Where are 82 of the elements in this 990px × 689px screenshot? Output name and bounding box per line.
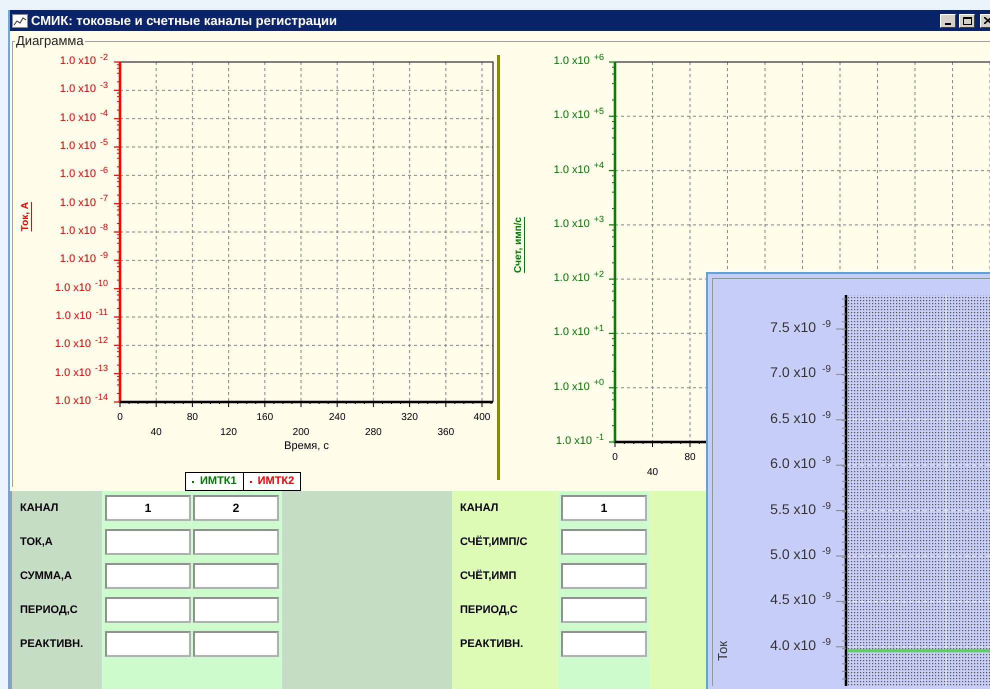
y-tick-label: 6.5 x10$^{-9}$ — [769, 410, 831, 426]
x-tick-label: 280 — [365, 427, 382, 438]
value-field[interactable] — [561, 563, 647, 589]
value-field[interactable] — [105, 631, 191, 657]
y-tick-label: 1.0 x10$^{-1}$ — [554, 435, 604, 447]
y-tick-label: 1.0 x10$^{-13}$ — [54, 366, 108, 379]
row-label: ТОК,А — [20, 534, 53, 550]
x-tick-label: 80 — [684, 452, 696, 463]
value-field[interactable] — [105, 529, 191, 555]
window-title: СМИК: токовые и счетные каналы регистрации — [31, 12, 337, 30]
x-tick-label: 360 — [437, 427, 454, 438]
x-tick-label: 0 — [117, 412, 123, 423]
y-axis-title: Ток — [716, 641, 730, 661]
value-field[interactable] — [105, 563, 191, 589]
maximize-icon — [962, 16, 972, 24]
channel-field[interactable]: 1 — [105, 495, 191, 521]
chart-icon — [12, 14, 28, 28]
x-tick-label: 40 — [646, 467, 658, 478]
row-label: КАНАЛ — [460, 500, 498, 516]
y-tick-label: 1.0 x10$^{-2}$ — [58, 55, 108, 67]
y-tick-label: 1.0 x10$^{-4}$ — [58, 112, 108, 124]
value-field[interactable] — [193, 631, 279, 657]
maximize-button[interactable] — [959, 14, 975, 28]
row-label: РЕАКТИВН. — [460, 636, 524, 652]
x-tick-label: 400 — [474, 412, 490, 423]
y-tick-label: 5.5 x10$^{-9}$ — [769, 500, 831, 517]
y-tick-label: 7.0 x10$^{-9}$ — [769, 364, 831, 380]
x-tick-label: 200 — [292, 427, 310, 438]
minimize-icon — [945, 22, 951, 24]
row-label: ПЕРИОД,С — [20, 602, 78, 618]
y-tick-label: 1.0 x10$^{+0}$ — [552, 380, 604, 393]
minimize-button[interactable] — [940, 14, 956, 28]
row-label: СУММА,А — [20, 568, 72, 584]
y-tick-label: 1.0 x10$^{-5}$ — [58, 140, 108, 152]
legend-label: ИМТК1 — [200, 474, 237, 490]
y-tick-label: 1.0 x10$^{+1}$ — [552, 326, 604, 338]
row-label: РЕАКТИВН. — [20, 636, 84, 652]
y-tick-label: 1.0 x10$^{+2}$ — [552, 272, 604, 284]
value-field[interactable] — [193, 597, 279, 623]
row-label: ПЕРИОД,С — [460, 602, 518, 618]
y-tick-label: 1.0 x10$^{+5}$ — [552, 109, 604, 122]
y-tick-label: 4.5 x10$^{-9}$ — [769, 591, 831, 608]
y-tick-label: 1.0 x10$^{-6}$ — [58, 168, 108, 180]
y-tick-label: 1.0 x10$^{-3}$ — [58, 83, 108, 96]
x-tick-label: 240 — [328, 412, 346, 423]
value-field[interactable] — [105, 597, 191, 623]
y-tick-label: 1.0 x10$^{-11}$ — [54, 310, 108, 322]
value-field[interactable] — [561, 529, 647, 555]
y-tick-label: 1.0 x10$^{-9}$ — [58, 253, 108, 266]
y-tick-label: 6.0 x10$^{-9}$ — [769, 455, 831, 472]
group-title: Диаграмма — [15, 34, 85, 48]
y-tick-label: 5.0 x10$^{-9}$ — [769, 546, 831, 562]
y-tick-label: 1.0 x10$^{+3}$ — [552, 218, 604, 230]
y-tick-label: 1.0 x10$^{-8}$ — [58, 225, 108, 237]
x-tick-label: 160 — [256, 412, 274, 423]
x-tick-label: 80 — [186, 412, 198, 423]
y-tick-label: 4.0 x10$^{-9}$ — [769, 636, 831, 653]
row-label: КАНАЛ — [20, 500, 58, 516]
x-tick-label: 320 — [401, 412, 418, 423]
x-tick-label: 40 — [150, 427, 162, 438]
row-label: СЧЁТ,ИМП — [460, 568, 516, 584]
x-tick-label: 120 — [220, 427, 237, 438]
row-label: СЧЁТ,ИМП/С — [460, 534, 528, 550]
y-tick-label: 7.5 x10$^{-9}$ — [769, 319, 831, 335]
value-field[interactable] — [561, 597, 647, 623]
y-tick-label: 1.0 x10$^{-7}$ — [58, 196, 108, 209]
y-tick-label: 1.0 x10$^{+6}$ — [552, 55, 604, 67]
x-tick-label: 0 — [612, 452, 618, 463]
y-axis-title: Счет, имп/с — [513, 217, 525, 273]
channel-field[interactable]: 1 — [561, 495, 647, 521]
value-field[interactable] — [561, 631, 647, 657]
value-field[interactable] — [193, 563, 279, 589]
x-axis-title: Время, с — [284, 439, 329, 454]
y-tick-label: 1.0 x10$^{+4}$ — [552, 164, 604, 176]
y-tick-label: 1.0 x10$^{-10}$ — [54, 282, 108, 294]
y-tick-label: 1.0 x10$^{-12}$ — [54, 338, 108, 350]
y-tick-label: 1.0 x10$^{-14}$ — [54, 395, 108, 407]
legend-label: ИМТК2 — [258, 474, 294, 490]
close-icon — [984, 17, 990, 24]
y-axis-title: Ток, А — [20, 202, 32, 232]
value-field[interactable] — [193, 529, 279, 555]
channel-field[interactable]: 2 — [193, 495, 279, 521]
